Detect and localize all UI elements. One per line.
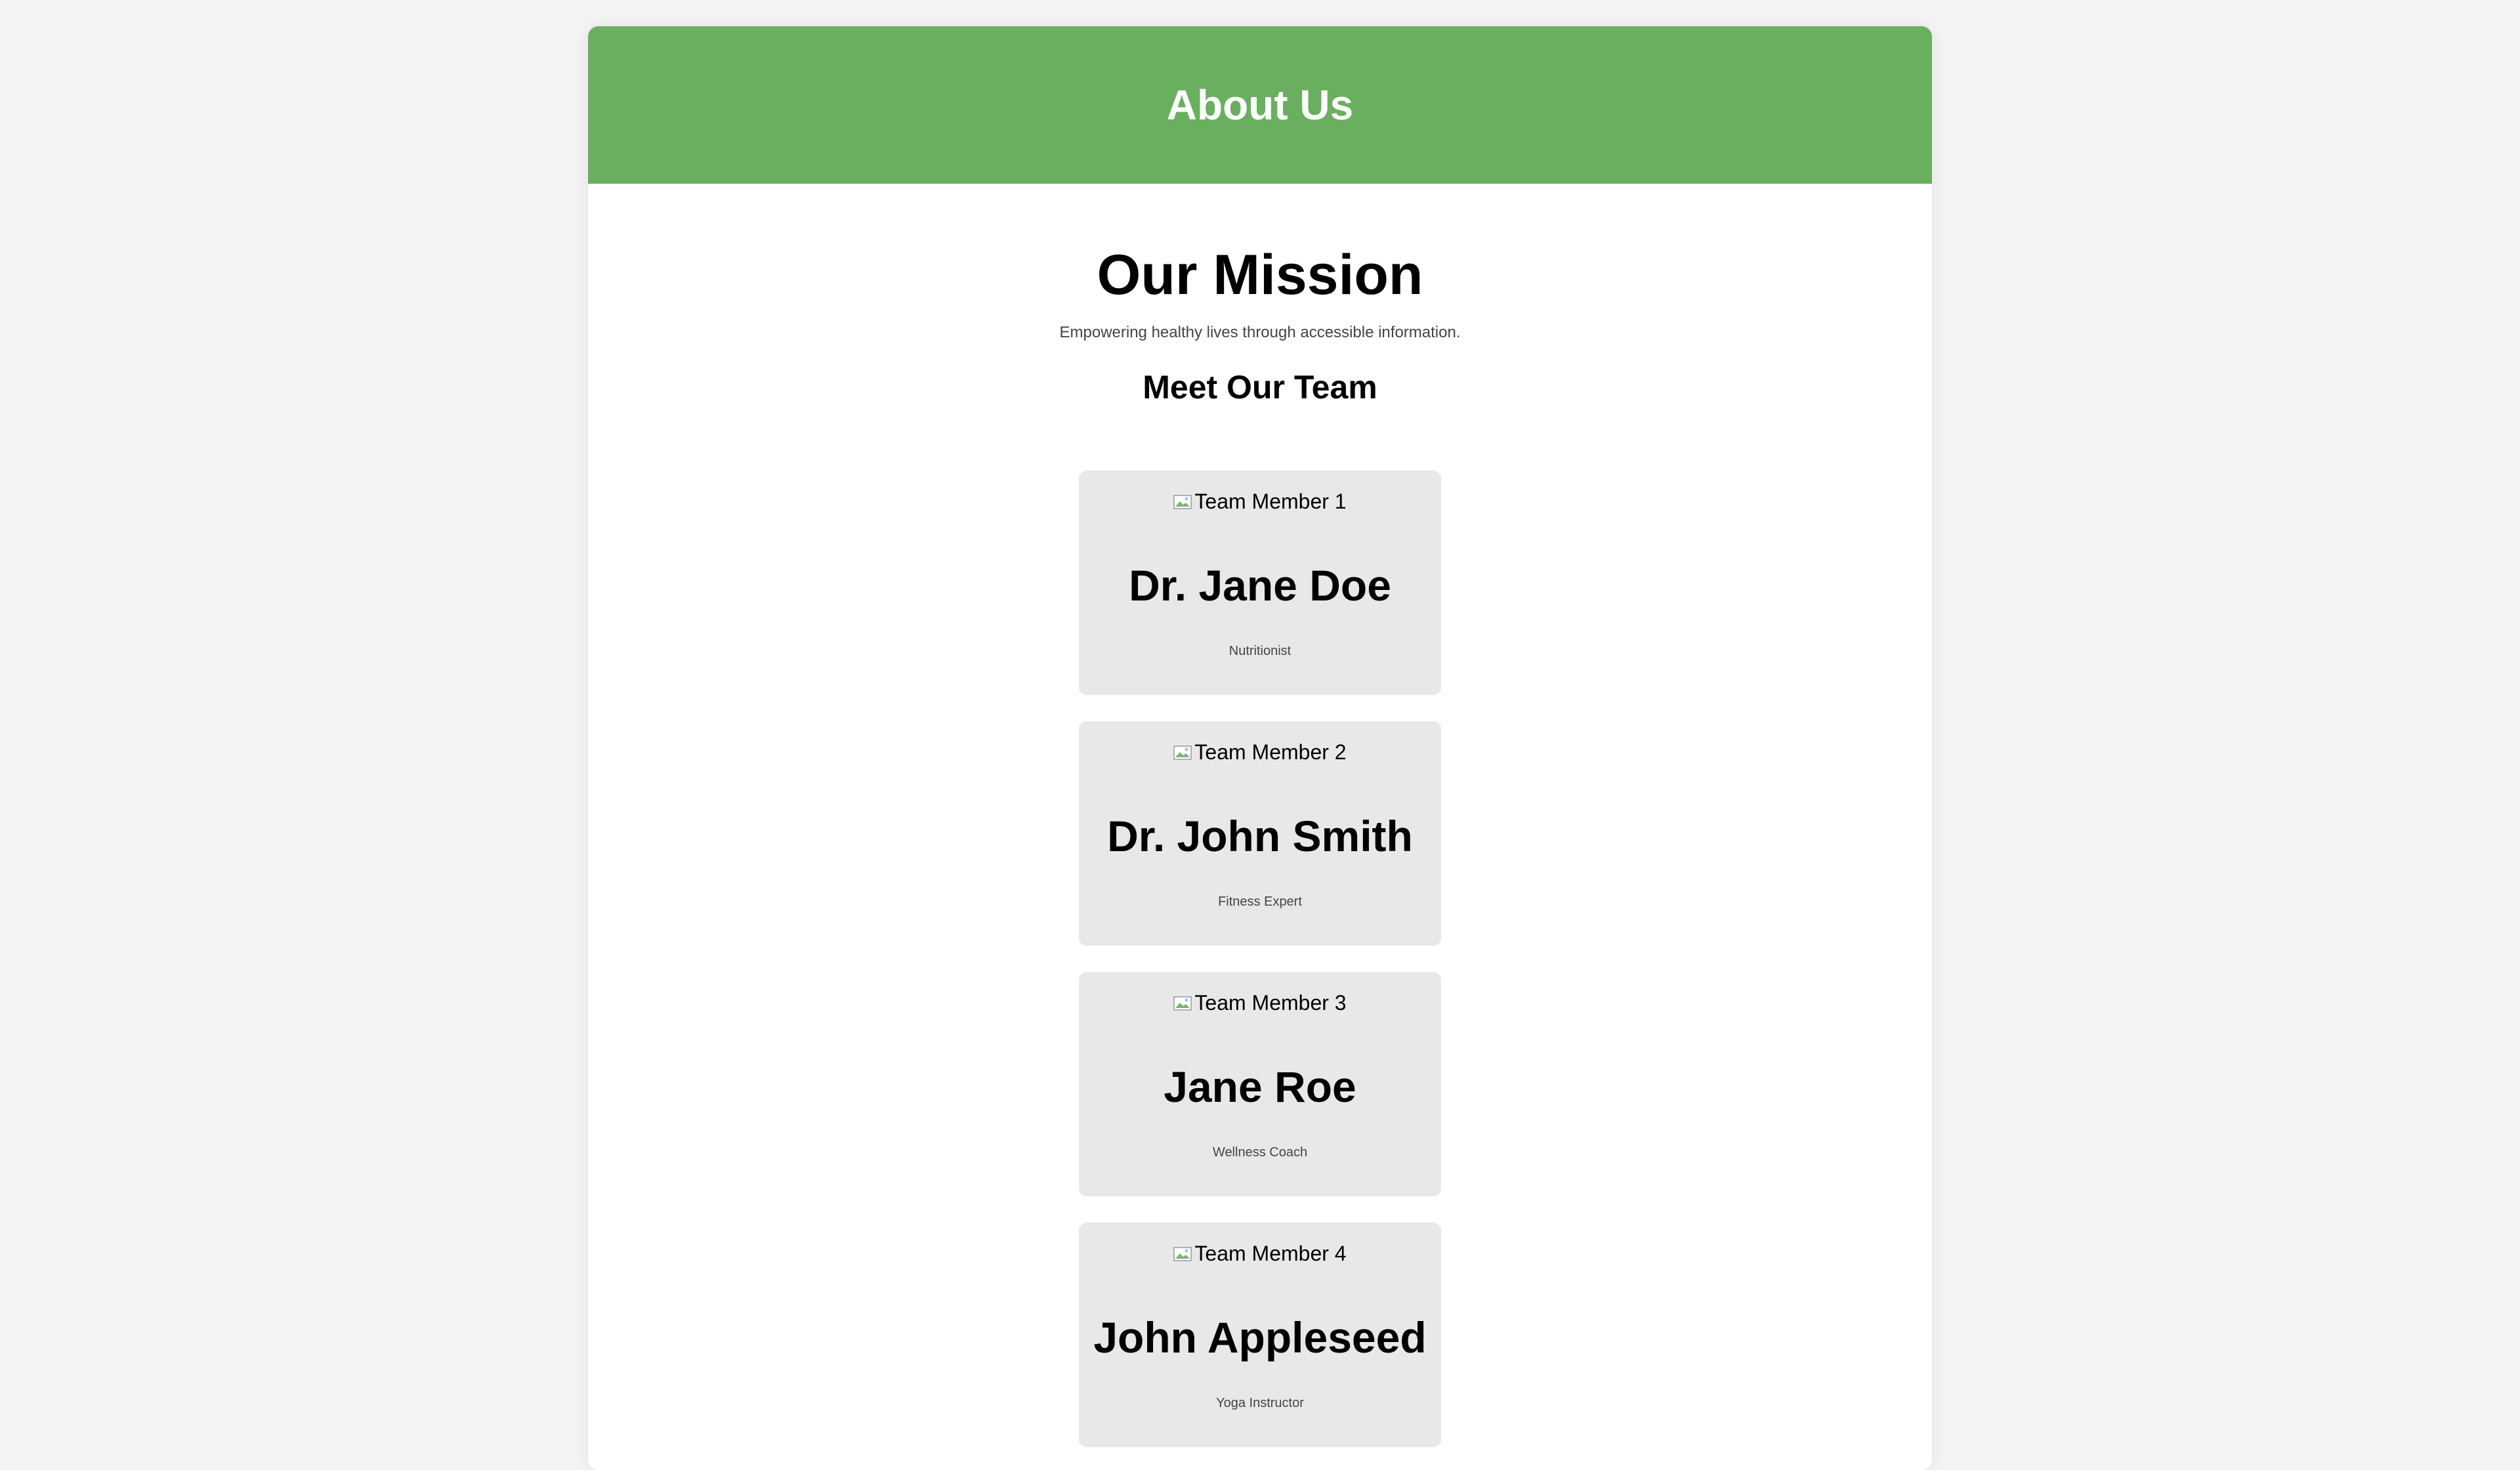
- broken-image-icon: [1173, 494, 1192, 509]
- team-card: Team Member 2 Dr. John Smith Fitness Exp…: [1079, 721, 1441, 946]
- team-member-photo-alt: Team Member 2: [1194, 740, 1347, 765]
- team-member-photo: Team Member 4: [1173, 1241, 1347, 1267]
- page-title: About Us: [1166, 81, 1354, 129]
- team-member-name: Jane Roe: [1164, 1062, 1356, 1111]
- team-card: Team Member 1 Dr. Jane Doe Nutritionist: [1079, 470, 1441, 695]
- team-member-role: Fitness Expert: [1218, 894, 1302, 909]
- team-member-photo: Team Member 2: [1173, 740, 1347, 766]
- team-card: Team Member 4 John Appleseed Yoga Instru…: [1079, 1222, 1441, 1447]
- page-header: About Us: [588, 26, 1932, 184]
- broken-image-icon: [1173, 1246, 1192, 1261]
- team-member-name: Dr. Jane Doe: [1129, 560, 1391, 610]
- team-member-photo: Team Member 1: [1173, 489, 1347, 515]
- about-page: About Us Our Mission Empowering healthy …: [588, 26, 1932, 1470]
- team-member-photo-alt: Team Member 3: [1194, 991, 1347, 1015]
- team-member-role: Nutritionist: [1228, 643, 1292, 658]
- main-content: Our Mission Empowering healthy lives thr…: [588, 184, 1932, 1470]
- broken-image-icon: [1173, 745, 1192, 760]
- team-member-role: Wellness Coach: [1212, 1144, 1308, 1160]
- team-member-photo-alt: Team Member 4: [1194, 1242, 1347, 1266]
- team-member-photo: Team Member 3: [1173, 990, 1347, 1017]
- team-member-name: Dr. John Smith: [1107, 811, 1413, 860]
- broken-image-icon: [1173, 996, 1192, 1011]
- mission-text: Empowering healthy lives through accessi…: [1059, 323, 1461, 341]
- team-member-name: John Appleseed: [1093, 1312, 1427, 1362]
- team-title: Meet Our Team: [1143, 368, 1377, 406]
- team-card: Team Member 3 Jane Roe Wellness Coach: [1079, 971, 1441, 1196]
- team-member-photo-alt: Team Member 1: [1194, 490, 1347, 514]
- team-member-role: Yoga Instructor: [1216, 1395, 1304, 1410]
- team-list: Team Member 1 Dr. Jane Doe Nutritionist …: [588, 470, 1932, 1470]
- mission-title: Our Mission: [1097, 243, 1423, 306]
